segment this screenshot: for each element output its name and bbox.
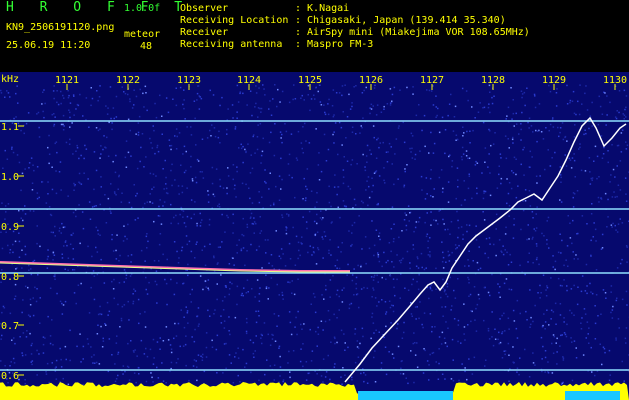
spectrogram-canvas: 1121 1122 1123 1124 1125 1126 1127 1128 1129 1130…: [0, 75, 629, 400]
doppler-trace: [344, 116, 627, 383]
header: H R O F F T 1.0.0f KN9_2506191120.png 25…: [0, 0, 629, 72]
app-version: 1.0.0f: [124, 3, 161, 14]
file-name: KN9_2506191120.png: [6, 22, 115, 33]
noise-floor-segment: [565, 391, 620, 400]
time-tick-label: 1123: [177, 75, 201, 86]
app-brand: H R O F F T: [6, 0, 192, 15]
freq-tick-label: 0.9: [1, 222, 19, 233]
meteor-label: meteor: [124, 29, 161, 40]
noise-speckle: [0, 84, 629, 386]
meteor-count: 48: [140, 41, 153, 52]
y-unit-label: kHz: [1, 74, 20, 85]
noise-floor-segment: [358, 391, 453, 400]
freq-tick-label: 1.0: [1, 172, 19, 183]
time-tick-label: 1129: [542, 75, 566, 86]
info-key-observer: Observer: [180, 3, 229, 14]
time-tick-label: 1126: [359, 75, 383, 86]
info-value-observer: : K.Nagai: [295, 3, 350, 14]
info-value-antenna: : Maspro FM-3: [295, 39, 374, 50]
freq-tick-label: 1.1: [1, 122, 19, 133]
time-tick-label: 1128: [481, 75, 505, 86]
info-value-location: : Chigasaki, Japan (139.414 35.340): [295, 15, 506, 26]
time-tick-label: 1122: [116, 75, 140, 86]
info-key-location: Receiving Location: [180, 15, 289, 26]
info-value-receiver: : AirSpy mini (Miakejima VOR 108.65MHz): [295, 27, 530, 38]
info-key-receiver: Receiver: [180, 27, 229, 38]
time-tick-label: 1121: [55, 75, 79, 86]
time-tick-label: 1127: [420, 75, 444, 86]
freq-tick-label: 0.6: [1, 371, 19, 382]
freq-tick-label: 0.8: [1, 272, 19, 283]
time-tick-label: 1125: [298, 75, 322, 86]
info-key-antenna: Receiving antenna: [180, 39, 283, 50]
time-tick-label: 1130: [603, 75, 627, 86]
freq-tick-label: 0.7: [1, 321, 19, 332]
file-timestamp: 25.06.19 11:20: [6, 40, 91, 51]
spectrogram-panel[interactable]: 1121 1122 1123 1124 1125 1126 1127 1128 1129 1130…: [0, 72, 629, 400]
drift-trace: [0, 261, 350, 272]
noise-floor: [0, 382, 629, 400]
time-tick-label: 1124: [237, 75, 261, 86]
